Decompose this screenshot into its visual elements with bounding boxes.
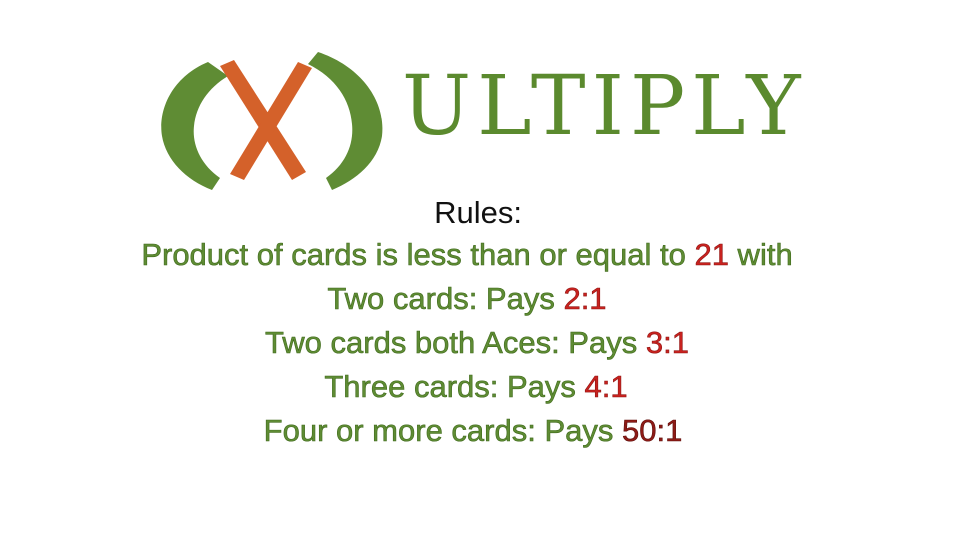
multiply-logo: ULTIPLY [150,40,800,200]
rule-suffix: with [728,237,793,273]
rule-text: Two cards both Aces: Pays [265,325,646,361]
rule-value: 4:1 [584,369,628,405]
rule-line-two-aces: Two cards both Aces: Pays 3:1 [0,321,962,365]
rules-title: Rules: [434,195,522,230]
slide: ULTIPLY Rules: Product of cards is less … [0,0,962,538]
rule-line-product: Product of cards is less than or equal t… [0,233,962,277]
rule-value: 3:1 [645,325,690,361]
rule-text: Product of cards is less than or equal t… [141,237,695,273]
rule-text: Two cards: Pays [327,281,564,317]
rule-value: 2:1 [563,281,607,317]
rule-value: 50:1 [622,413,683,449]
rule-text: Three cards: Pays [324,369,585,405]
rules-section: Rules: Product of cards is less than or … [0,193,962,453]
rule-line-two-cards: Two cards: Pays 2:1 [0,277,962,321]
rule-line-three-cards: Three cards: Pays 4:1 [0,365,962,409]
rule-text: Four or more cards: Pays [263,413,622,449]
rule-line-four-or-more: Four or more cards: Pays 50:1 [0,409,962,453]
rule-value: 21 [694,237,729,273]
logo-wordmark: ULTIPLY [402,59,807,154]
